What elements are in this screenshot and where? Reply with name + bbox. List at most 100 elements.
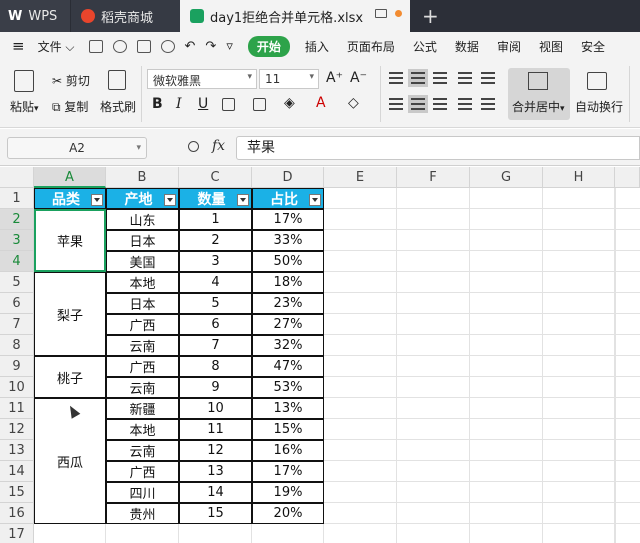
origin-cell[interactable]: 广西	[106, 356, 179, 377]
menu-page-layout[interactable]: 页面布局	[338, 38, 404, 55]
row-header[interactable]: 3	[0, 230, 34, 251]
quantity-cell[interactable]: 10	[179, 398, 252, 419]
print-preview-icon[interactable]	[160, 39, 175, 53]
row-header[interactable]: 9	[0, 356, 34, 377]
percentage-cell[interactable]: 13%	[252, 398, 324, 419]
underline-icon[interactable]: U	[198, 96, 208, 112]
row-header[interactable]: 14	[0, 461, 34, 482]
column-header[interactable]: B	[106, 167, 179, 188]
column-header[interactable]: H	[543, 167, 615, 188]
menu-formulas[interactable]: 公式	[404, 38, 446, 55]
bold-icon[interactable]: B	[152, 96, 163, 112]
origin-cell[interactable]: 本地	[106, 419, 179, 440]
paste-icon[interactable]	[14, 70, 34, 92]
quantity-cell[interactable]: 2	[179, 230, 252, 251]
paste-button[interactable]: 粘贴▾	[10, 98, 39, 115]
tab-wps-home[interactable]: 𝗪 WPS	[0, 0, 70, 32]
table-header-cell[interactable]: 占比	[252, 188, 324, 209]
row-header[interactable]: 4	[0, 251, 34, 272]
row-header[interactable]: 2	[0, 209, 34, 230]
column-header[interactable]: E	[324, 167, 397, 188]
percentage-cell[interactable]: 32%	[252, 335, 324, 356]
percentage-cell[interactable]: 47%	[252, 356, 324, 377]
zoom-formula-icon[interactable]	[188, 141, 199, 152]
row-header[interactable]: 1	[0, 188, 34, 209]
quantity-cell[interactable]: 3	[179, 251, 252, 272]
origin-cell[interactable]: 贵州	[106, 503, 179, 524]
quantity-cell[interactable]: 14	[179, 482, 252, 503]
origin-cell[interactable]: 云南	[106, 377, 179, 398]
save-icon[interactable]	[88, 39, 103, 53]
clear-format-icon[interactable]: ◇	[348, 95, 359, 111]
format-painter-button[interactable]: 格式刷	[100, 98, 136, 115]
row-header[interactable]: 16	[0, 503, 34, 524]
quantity-cell[interactable]: 1	[179, 209, 252, 230]
tab-docer-store[interactable]: 稻壳商城	[70, 0, 180, 32]
decrease-font-icon[interactable]: A⁻	[350, 70, 367, 86]
merged-category-cell[interactable]: 梨子	[34, 272, 106, 356]
column-header[interactable]: D	[252, 167, 324, 188]
percentage-cell[interactable]: 53%	[252, 377, 324, 398]
increase-font-icon[interactable]: A⁺	[326, 70, 343, 86]
row-header[interactable]: 13	[0, 440, 34, 461]
spreadsheet-grid[interactable]: A B C D E F G H 1 2 3 4 5 6 7 8 9 10 11 12 13 14 15 16 17 品类 产地 数量占…	[0, 167, 640, 543]
row-header[interactable]: 6	[0, 293, 34, 314]
merge-center-button[interactable]: 合并居中▾	[508, 68, 570, 120]
cut-button[interactable]: ✂ 剪切	[52, 72, 90, 89]
copy-button[interactable]: ⧉ 复制	[52, 98, 88, 115]
column-header[interactable]: F	[397, 167, 470, 188]
select-all-corner[interactable]	[0, 167, 34, 188]
row-header[interactable]: 5	[0, 272, 34, 293]
quantity-cell[interactable]: 6	[179, 314, 252, 335]
origin-cell[interactable]: 日本	[106, 230, 179, 251]
indent-increase-icon[interactable]	[481, 72, 495, 84]
table-header-cell[interactable]: 数量	[179, 188, 252, 209]
align-middle-icon[interactable]	[408, 69, 428, 87]
align-bottom-icon[interactable]	[433, 72, 447, 84]
menu-data[interactable]: 数据	[446, 38, 488, 55]
column-header[interactable]: G	[470, 167, 543, 188]
table-header-cell[interactable]: 品类	[34, 188, 106, 209]
tab-spreadsheet-file[interactable]: day1拒绝合并单元格.xlsx	[180, 0, 410, 32]
percentage-cell[interactable]: 17%	[252, 461, 324, 482]
row-header[interactable]: 15	[0, 482, 34, 503]
row-header[interactable]: 12	[0, 419, 34, 440]
format-painter-icon[interactable]	[108, 70, 126, 90]
row-header[interactable]: 11	[0, 398, 34, 419]
filter-dropdown-icon[interactable]	[91, 194, 103, 206]
filter-dropdown-icon[interactable]	[309, 194, 321, 206]
column-header[interactable]: C	[179, 167, 252, 188]
align-center-icon[interactable]	[408, 95, 428, 113]
menu-home[interactable]: 开始	[247, 35, 290, 57]
font-color-icon[interactable]: A	[316, 95, 326, 111]
quantity-cell[interactable]: 15	[179, 503, 252, 524]
wrap-text-button[interactable]: 自动换行	[575, 98, 623, 115]
quantity-cell[interactable]: 5	[179, 293, 252, 314]
align-top-icon[interactable]	[389, 72, 403, 84]
percentage-cell[interactable]: 20%	[252, 503, 324, 524]
column-header[interactable]	[615, 167, 640, 188]
row-header[interactable]: 8	[0, 335, 34, 356]
fill-color-icon[interactable]: ◈	[284, 95, 295, 111]
column-header[interactable]: A	[34, 167, 106, 188]
percentage-cell[interactable]: 50%	[252, 251, 324, 272]
row-header[interactable]: 10	[0, 377, 34, 398]
origin-cell[interactable]: 广西	[106, 314, 179, 335]
cell-style-icon[interactable]	[253, 98, 266, 111]
origin-cell[interactable]: 广西	[106, 461, 179, 482]
monitor-icon[interactable]	[375, 9, 387, 18]
quantity-cell[interactable]: 9	[179, 377, 252, 398]
row-header[interactable]: 17	[0, 524, 34, 543]
quantity-cell[interactable]: 13	[179, 461, 252, 482]
indent-decrease-icon[interactable]	[458, 72, 472, 84]
origin-cell[interactable]: 山东	[106, 209, 179, 230]
menu-insert[interactable]: 插入	[296, 38, 338, 55]
origin-cell[interactable]: 日本	[106, 293, 179, 314]
origin-cell[interactable]: 云南	[106, 335, 179, 356]
row-header[interactable]: 7	[0, 314, 34, 335]
percentage-cell[interactable]: 15%	[252, 419, 324, 440]
quantity-cell[interactable]: 4	[179, 272, 252, 293]
hamburger-menu-icon[interactable]: ≡	[0, 37, 29, 55]
font-name-select[interactable]: 微软雅黑 ▾	[147, 69, 257, 89]
align-right-icon[interactable]	[433, 98, 447, 110]
